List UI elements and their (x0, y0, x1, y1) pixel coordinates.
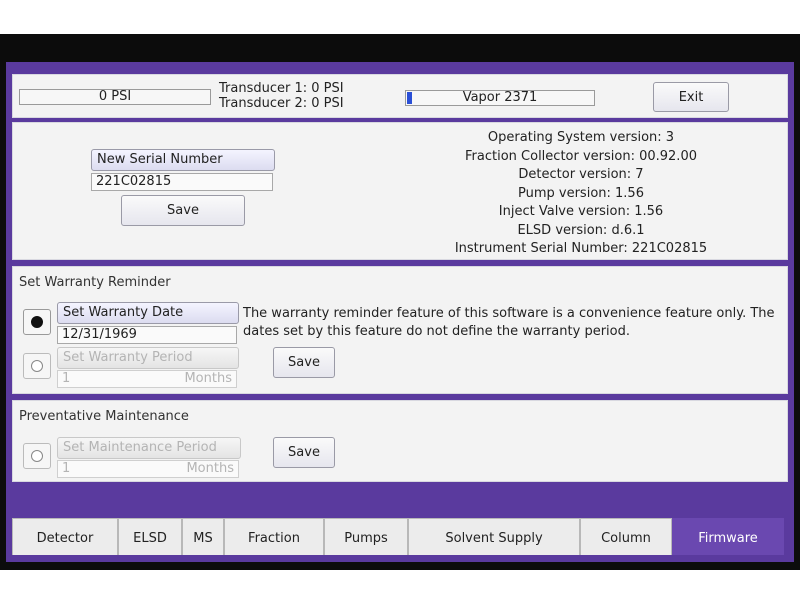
transducer-2-readout: Transducer 2: 0 PSI (219, 96, 344, 111)
tab-detector[interactable]: Detector (12, 518, 118, 555)
set-warranty-date-label: Set Warranty Date (57, 302, 239, 324)
maintenance-save-button[interactable]: Save (273, 437, 335, 468)
serial-number-input[interactable]: 221C02815 (91, 173, 273, 191)
radio-selected-dot (31, 316, 43, 328)
warranty-save-button[interactable]: Save (273, 347, 335, 378)
pressure-readout: 0 PSI (19, 89, 211, 105)
set-maintenance-period-label: Set Maintenance Period (57, 437, 241, 459)
radio-unselected-dot (31, 360, 43, 372)
warranty-period-value: 1 (62, 371, 71, 386)
version-list: Operating System version: 3 Fraction Col… (421, 129, 741, 259)
set-warranty-period-label: Set Warranty Period (57, 347, 239, 369)
warranty-date-input[interactable]: 12/31/1969 (57, 326, 237, 344)
warranty-section-title: Set Warranty Reminder (19, 275, 171, 290)
maintenance-section-title: Preventative Maintenance (19, 409, 189, 424)
device-status-bar: Vapor 2371 (405, 90, 595, 106)
pump-version: Pump version: 1.56 (518, 185, 644, 201)
maintenance-period-unit: Months (186, 461, 234, 476)
new-serial-number-label: New Serial Number (91, 149, 275, 171)
maintenance-period-radio[interactable] (23, 443, 51, 469)
tab-ms[interactable]: MS (182, 518, 224, 555)
warranty-date-radio[interactable] (23, 309, 51, 335)
warranty-notice-line-1: The warranty reminder feature of this so… (243, 306, 775, 321)
detector-version: Detector version: 7 (518, 167, 644, 182)
inject-valve-version: Inject Valve version: 1.56 (498, 204, 664, 219)
tab-fraction[interactable]: Fraction (224, 518, 324, 555)
instrument-screen: 0 PSI Transducer 1: 0 PSI Transducer 2: … (6, 62, 794, 562)
warranty-period-input[interactable]: 1 Months (57, 370, 237, 388)
device-name: Vapor 2371 (462, 90, 538, 105)
serial-save-button[interactable]: Save (121, 195, 245, 226)
tab-pumps[interactable]: Pumps (324, 518, 408, 555)
tab-solvent-supply[interactable]: Solvent Supply (408, 518, 580, 555)
warranty-panel: Set Warranty Reminder Set Warranty Date … (12, 266, 788, 394)
tab-elsd[interactable]: ELSD (118, 518, 182, 555)
fraction-collector-version: Fraction Collector version: 00.92.00 (465, 148, 697, 164)
tab-firmware[interactable]: Firmware (672, 518, 784, 555)
maintenance-panel: Preventative Maintenance Set Maintenance… (12, 400, 788, 482)
header-panel: 0 PSI Transducer 1: 0 PSI Transducer 2: … (12, 74, 788, 118)
warranty-period-radio[interactable] (23, 353, 51, 379)
elsd-version: ELSD version: d.6.1 (517, 222, 645, 238)
warranty-notice-line-2: dates set by this feature do not define … (243, 324, 630, 339)
maintenance-period-input[interactable]: 1 Months (57, 460, 239, 478)
maintenance-period-value: 1 (62, 461, 71, 476)
exit-button[interactable]: Exit (653, 82, 729, 112)
tab-column[interactable]: Column (580, 518, 672, 555)
warranty-period-unit: Months (184, 371, 232, 386)
transducer-1-readout: Transducer 1: 0 PSI (219, 81, 344, 96)
radio-unselected-dot (31, 450, 43, 462)
serial-version-panel: New Serial Number 221C02815 Save Operati… (12, 122, 788, 260)
os-version: Operating System version: 3 (487, 130, 675, 145)
instrument-serial-number: Instrument Serial Number: 221C02815 (454, 241, 708, 256)
